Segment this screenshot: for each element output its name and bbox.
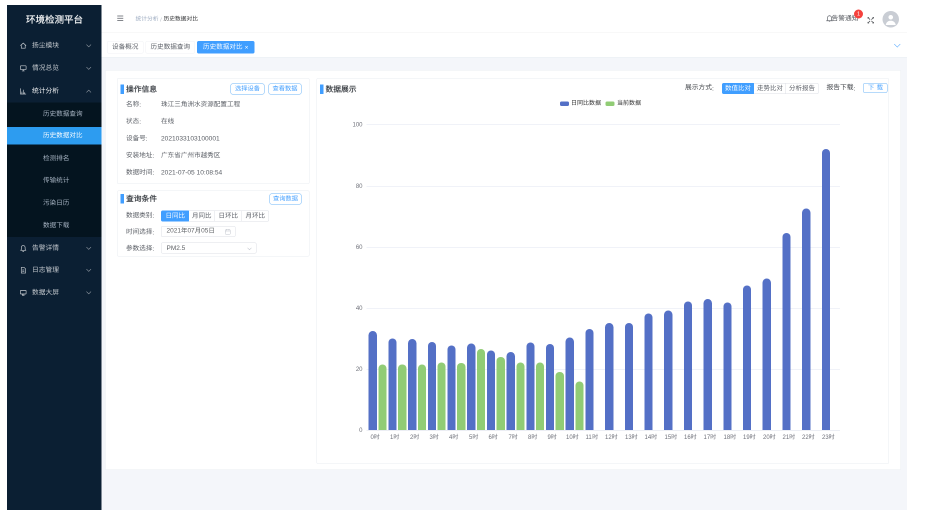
svg-text:15: 15 — [664, 435, 671, 440]
svg-text:2021: 2021 — [166, 228, 181, 234]
svg-text:18: 18 — [723, 435, 730, 440]
svg-text:16: 16 — [683, 435, 690, 440]
svg-text:13: 13 — [624, 435, 631, 440]
svg-text:05: 05 — [201, 228, 209, 234]
svg-text:19: 19 — [743, 435, 750, 440]
svg-text:2: 2 — [409, 435, 413, 440]
svg-text:21: 21 — [782, 435, 789, 440]
svg-text:4: 4 — [449, 435, 453, 440]
svg-text:5: 5 — [468, 435, 472, 440]
svg-text:3: 3 — [429, 435, 433, 440]
svg-text:8: 8 — [528, 435, 532, 440]
svg-text:22: 22 — [802, 435, 809, 440]
svg-text:07: 07 — [187, 228, 195, 234]
svg-text:7: 7 — [508, 435, 512, 440]
svg-text:14: 14 — [644, 435, 651, 440]
svg-text:20: 20 — [762, 435, 769, 440]
svg-text:6: 6 — [488, 435, 492, 440]
svg-text:1: 1 — [390, 435, 394, 440]
svg-text:11: 11 — [585, 435, 592, 440]
svg-text:17: 17 — [703, 435, 710, 440]
svg-text:0: 0 — [370, 435, 374, 440]
svg-text:9: 9 — [547, 435, 551, 440]
svg-text:12: 12 — [605, 435, 612, 440]
svg-text:23: 23 — [821, 435, 828, 440]
svg-text:10: 10 — [565, 435, 572, 440]
